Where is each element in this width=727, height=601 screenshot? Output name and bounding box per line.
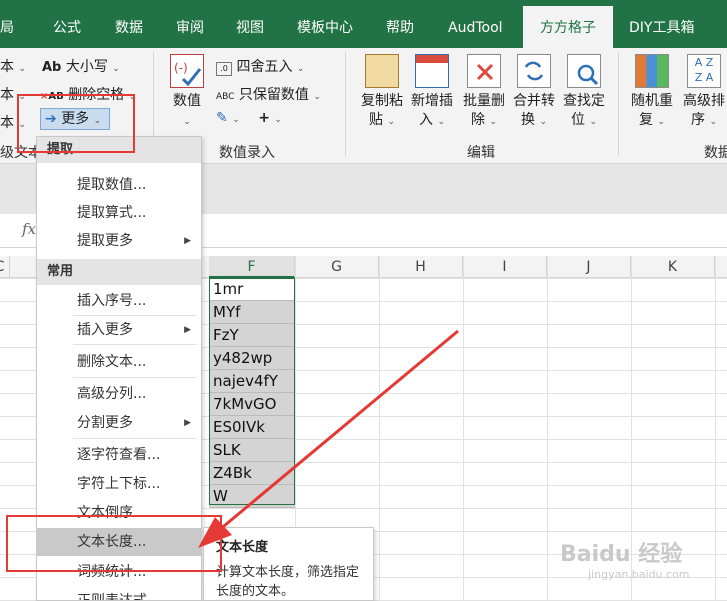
baidu-watermark-url: jingyan.baidu.com — [588, 568, 690, 581]
annotation-arrow-icon — [198, 329, 459, 548]
baidu-watermark: Baidu 经验 — [560, 542, 683, 567]
